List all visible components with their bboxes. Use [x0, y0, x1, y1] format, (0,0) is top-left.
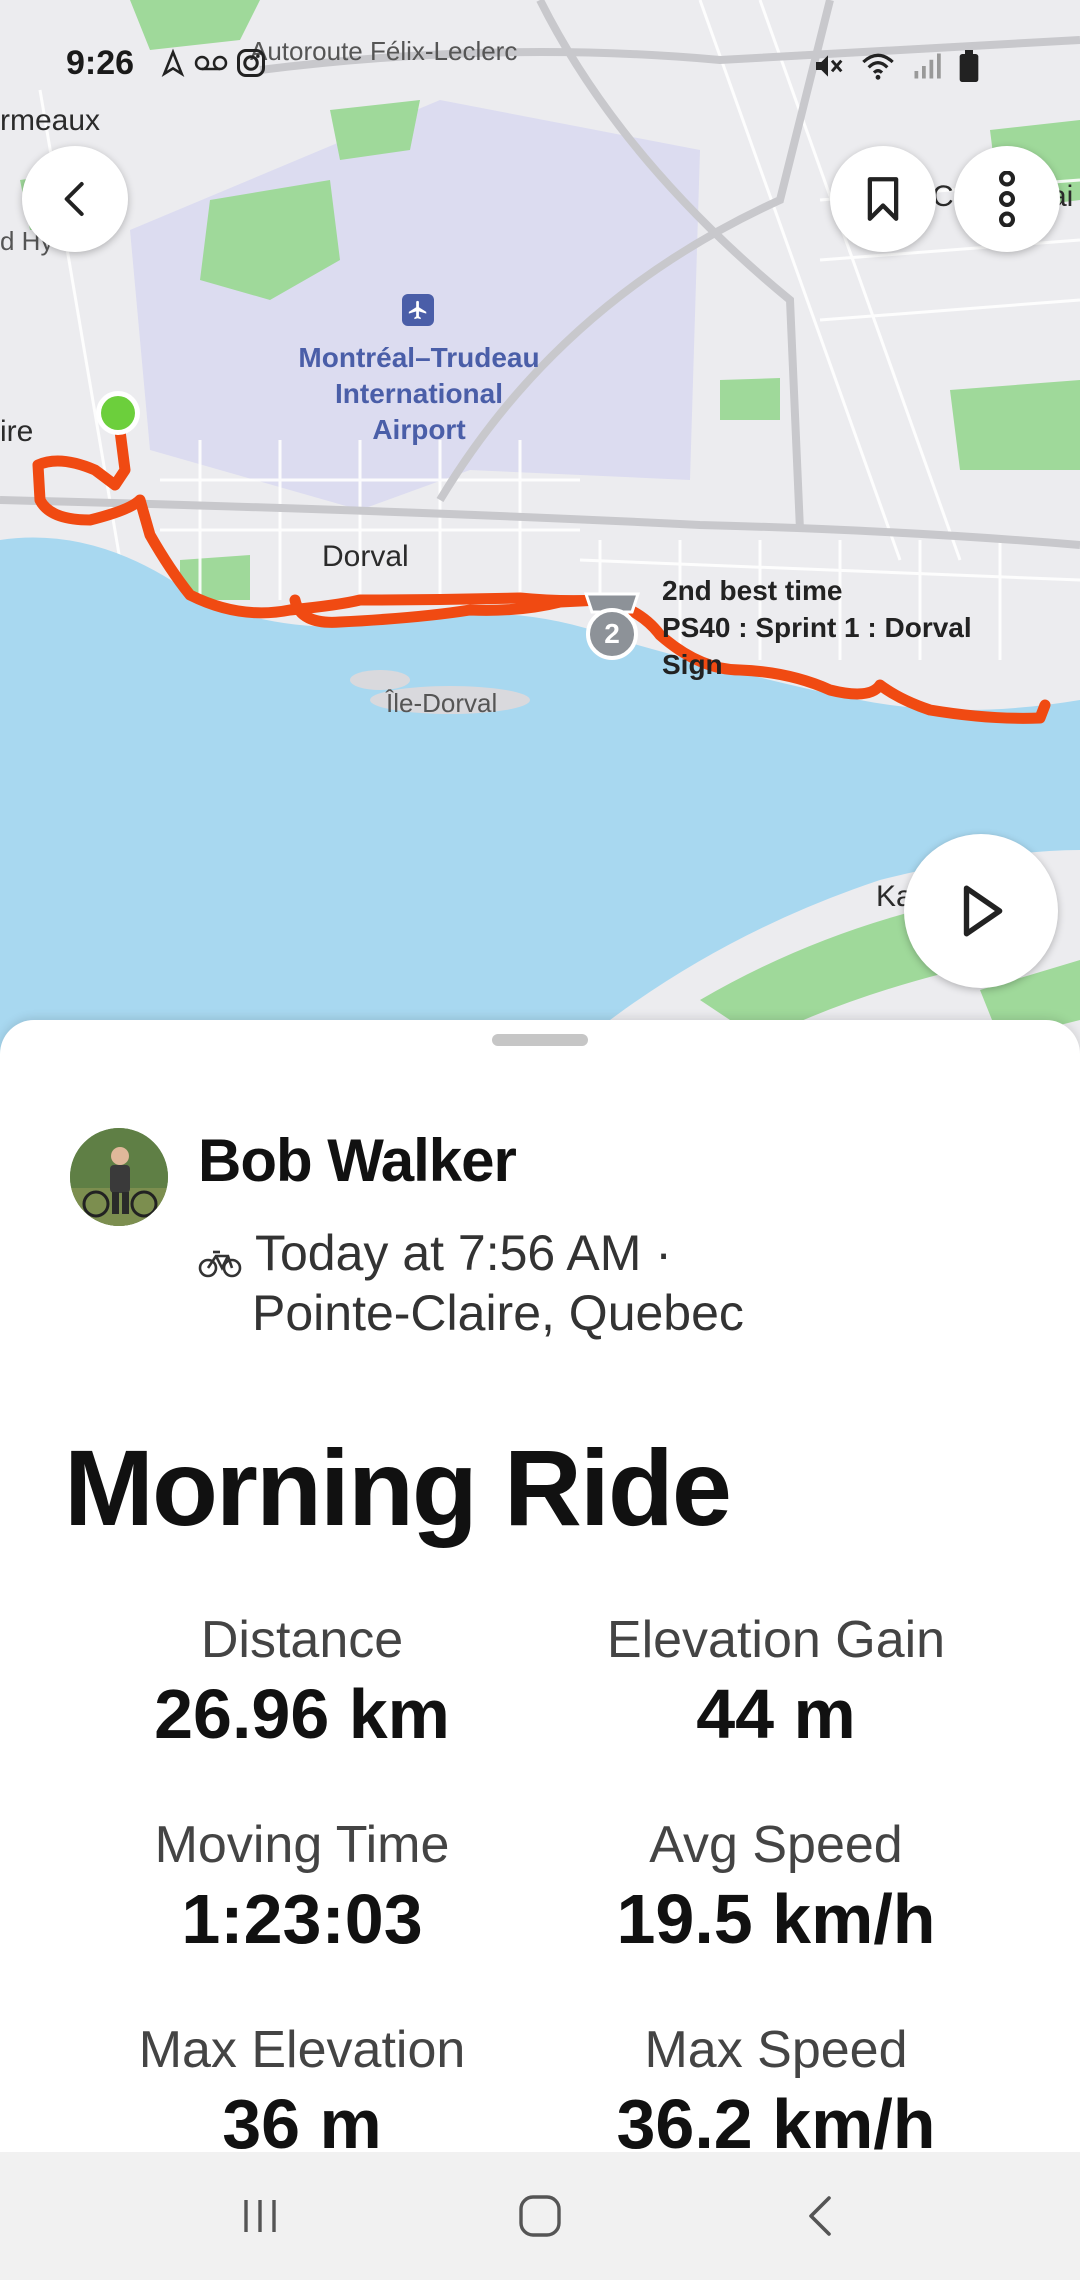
home-icon: [519, 2195, 561, 2237]
avatar-image: [70, 1128, 168, 1226]
achievement-rank: 2: [604, 618, 620, 649]
ile-dorval-label: Île-Dorval: [386, 688, 498, 718]
stat-value: 1:23:03: [181, 1880, 423, 1958]
home-button[interactable]: [490, 2176, 590, 2256]
nav-back-icon: [809, 2196, 831, 2236]
airport-label: Montréal–Trudeau International Airport: [284, 340, 554, 448]
dorval-label: Dorval: [322, 540, 409, 573]
voicemail-icon: [194, 55, 228, 71]
instagram-icon: [237, 49, 265, 77]
stat-elevation-gain: Elevation Gain 44 m: [536, 1610, 1016, 1754]
activity-location: Pointe-Claire, Quebec: [252, 1285, 744, 1341]
achievement-badge[interactable]: 2: [580, 590, 644, 662]
activity-meta: Today at 7:56 AM ·: [198, 1220, 672, 1294]
status-icons-left: [160, 48, 266, 78]
play-icon: [963, 885, 1003, 937]
status-icons-right: [812, 50, 980, 82]
stat-distance: Distance 26.96 km: [62, 1610, 542, 1754]
save-button[interactable]: [830, 146, 936, 252]
more-button[interactable]: [954, 146, 1060, 252]
stat-label: Elevation Gain: [606, 1611, 946, 1669]
battery-icon: [959, 50, 979, 82]
play-flyover-button[interactable]: [904, 834, 1058, 988]
achievement-text[interactable]: 2nd best time PS40 : Sprint 1 : Dorval S…: [662, 572, 972, 683]
stat-avg-speed: Avg Speed 19.5 km/h: [536, 1815, 1016, 1959]
avatar[interactable]: [70, 1128, 168, 1226]
status-bar: 9:26: [0, 0, 1080, 132]
activity-title: Morning Ride: [64, 1427, 732, 1548]
wifi-icon: [862, 53, 894, 80]
claire-label: ire: [0, 415, 34, 448]
airport-label-line1: Montréal–Trudeau: [298, 342, 540, 373]
mute-icon: [816, 55, 843, 77]
drag-handle[interactable]: [492, 1034, 588, 1046]
airport-label-line3: Airport: [372, 414, 466, 445]
system-back-button[interactable]: [770, 2176, 870, 2256]
back-button[interactable]: [22, 146, 128, 252]
signal-icon: [914, 53, 941, 79]
navigation-icon: [161, 48, 185, 78]
stat-value: 44 m: [696, 1675, 856, 1753]
system-nav-bar: [0, 2152, 1080, 2280]
stat-label: Max Speed: [644, 2021, 908, 2079]
athlete-name[interactable]: Bob Walker: [198, 1126, 517, 1195]
activity-datetime: Today at 7:56 AM ·: [255, 1225, 672, 1281]
stat-label: Distance: [200, 1611, 404, 1669]
status-time: 9:26: [66, 44, 135, 82]
stat-label: Moving Time: [154, 1816, 450, 1874]
stat-moving-time: Moving Time 1:23:03: [62, 1815, 542, 1959]
stat-label: Max Elevation: [138, 2021, 466, 2079]
activity-sheet: Bob Walker Today at 7:56 AM · Pointe-Cla…: [0, 1020, 1080, 2163]
recent-apps-icon: [244, 2200, 276, 2232]
recents-button[interactable]: [210, 2176, 310, 2256]
bookmark-icon: [867, 177, 899, 221]
airport-icon: [402, 294, 434, 326]
back-icon: [64, 182, 84, 216]
stat-max-elevation: Max Elevation 36 m: [62, 2020, 542, 2164]
achievement-line1: 2nd best time: [662, 575, 843, 606]
airport-label-line2: International: [334, 378, 503, 409]
stat-max-speed: Max Speed 36.2 km/h: [536, 2020, 1016, 2164]
achievement-line3: Sign: [662, 649, 723, 680]
stat-value: 26.96 km: [154, 1675, 450, 1753]
more-vertical-icon: [998, 171, 1016, 227]
stat-value: 19.5 km/h: [616, 1880, 936, 1958]
achievement-line2: PS40 : Sprint 1 : Dorval: [662, 612, 972, 643]
bike-icon: [198, 1228, 242, 1294]
stat-label: Avg Speed: [649, 1816, 903, 1874]
activity-map[interactable]: Autoroute Félix-Leclerc rmeaux d Hy ire …: [0, 0, 1080, 1060]
